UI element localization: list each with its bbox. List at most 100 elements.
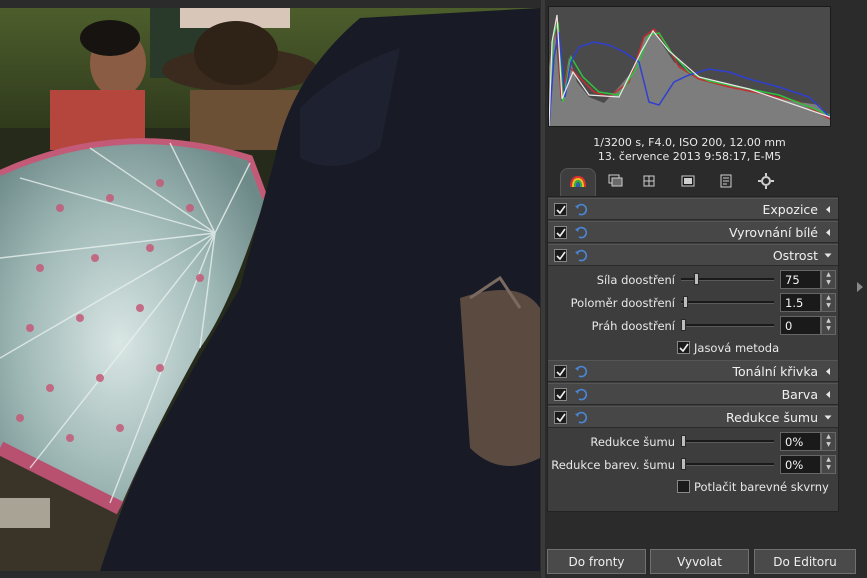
send-to-editor-button[interactable]: Do Editoru <box>754 549 856 574</box>
reset-icon[interactable] <box>574 202 588 216</box>
tool-tabs <box>546 168 841 196</box>
reset-icon[interactable] <box>574 410 588 424</box>
send-to-queue-button[interactable]: Do fronty <box>547 549 646 574</box>
value-input[interactable]: 75 <box>780 270 821 289</box>
param-label: Redukce šumu <box>590 435 675 449</box>
spin-buttons[interactable]: ▲ ▼ <box>821 293 836 312</box>
increment-icon[interactable]: ▲ <box>822 271 835 279</box>
expand-arrow-icon[interactable] <box>824 413 832 422</box>
layers-icon <box>608 174 624 191</box>
reset-icon[interactable] <box>574 225 588 239</box>
increment-icon[interactable]: ▲ <box>822 433 835 441</box>
param-sharpen-amount: Síla doostření 75 ▲ ▼ <box>548 268 838 291</box>
slider-track[interactable] <box>681 324 774 327</box>
slider-thumb[interactable] <box>682 296 688 308</box>
param-label: Redukce barev. šumu <box>551 458 675 472</box>
develop-button[interactable]: Vyvolat <box>650 549 749 574</box>
increment-icon[interactable]: ▲ <box>822 317 835 325</box>
tab-details[interactable] <box>602 170 630 194</box>
photo-image <box>0 8 540 571</box>
reset-icon[interactable] <box>574 387 588 401</box>
decrement-icon[interactable]: ▼ <box>822 302 835 310</box>
enable-checkbox[interactable] <box>554 388 567 401</box>
exif-info: 1/3200 s, F4.0, ISO 200, 12.00 mm 13. če… <box>546 136 833 164</box>
slider-track[interactable] <box>681 463 774 466</box>
suppress-blotches-checkbox[interactable] <box>677 480 690 493</box>
section-tone-curve[interactable]: Tonální křivka <box>548 360 838 382</box>
spin-buttons[interactable]: ▲ ▼ <box>821 316 836 335</box>
option-label: Jasová metoda <box>694 341 780 355</box>
enable-checkbox[interactable] <box>554 411 567 424</box>
option-luminance-method[interactable]: Jasová metoda <box>548 337 838 359</box>
param-sharpen-radius: Poloměr doostření 1.5 ▲ ▼ <box>548 291 838 314</box>
raw-film-icon <box>681 174 695 191</box>
param-label: Práh doostření <box>591 319 675 333</box>
slider-thumb[interactable] <box>681 319 686 331</box>
section-exposure[interactable]: Expozice <box>548 198 838 220</box>
value-input[interactable]: 0% <box>780 432 821 451</box>
param-color-noise-reduction: Redukce barev. šumu 0% ▲ ▼ <box>548 453 838 476</box>
slider-track[interactable] <box>681 440 774 443</box>
param-sharpen-threshold: Práh doostření 0 ▲ ▼ <box>548 314 838 337</box>
decrement-icon[interactable]: ▼ <box>822 325 835 333</box>
reset-icon[interactable] <box>574 364 588 378</box>
section-title: Redukce šumu <box>726 410 818 425</box>
crop-icon <box>642 174 656 191</box>
gear-icon <box>758 172 774 192</box>
slider-track[interactable] <box>681 301 774 304</box>
section-color[interactable]: Barva <box>548 383 838 405</box>
increment-icon[interactable]: ▲ <box>822 294 835 302</box>
tool-sections: Expozice Vyrovnání bílé Ostrost Síla doo… <box>547 196 839 512</box>
option-suppress-color-blotches[interactable]: Potlačit barevné skvrny <box>548 476 838 498</box>
document-icon <box>719 174 733 191</box>
collapse-arrow-icon[interactable] <box>824 367 832 376</box>
rainbow-icon <box>569 174 587 191</box>
panel-divider[interactable] <box>541 0 545 578</box>
section-sharpening[interactable]: Ostrost <box>548 244 838 266</box>
enable-checkbox[interactable] <box>554 249 567 262</box>
exif-line-2: 13. července 2013 9:58:17, E-M5 <box>597 150 782 163</box>
slider-thumb[interactable] <box>681 435 686 447</box>
collapse-arrow-icon[interactable] <box>824 390 832 399</box>
section-white-balance[interactable]: Vyrovnání bílé <box>548 221 838 243</box>
tab-color-management[interactable] <box>752 170 780 194</box>
panel-toggle-arrow-icon[interactable] <box>856 281 864 293</box>
tab-exposure[interactable] <box>560 168 596 196</box>
action-buttons: Do fronty Vyvolat Do Editoru <box>546 549 856 574</box>
reset-icon[interactable] <box>574 248 588 262</box>
luminance-method-checkbox[interactable] <box>677 341 690 354</box>
enable-checkbox[interactable] <box>554 203 567 216</box>
value-input[interactable]: 0% <box>780 455 821 474</box>
raw-developer-window: 1/3200 s, F4.0, ISO 200, 12.00 mm 13. če… <box>0 0 867 578</box>
section-title: Barva <box>781 387 818 402</box>
collapse-arrow-icon[interactable] <box>824 205 832 214</box>
param-label: Poloměr doostření <box>570 296 675 310</box>
decrement-icon[interactable]: ▼ <box>822 464 835 472</box>
enable-checkbox[interactable] <box>554 226 567 239</box>
photo-preview[interactable] <box>0 8 540 571</box>
value-input[interactable]: 1.5 <box>780 293 821 312</box>
tab-raw[interactable] <box>674 170 702 194</box>
section-title: Tonální křivka <box>732 364 818 379</box>
section-title: Vyrovnání bílé <box>728 225 818 240</box>
decrement-icon[interactable]: ▼ <box>822 279 835 287</box>
tab-metadata[interactable] <box>712 170 740 194</box>
slider-thumb[interactable] <box>681 458 686 470</box>
spin-buttons[interactable]: ▲ ▼ <box>821 455 836 474</box>
value-input[interactable]: 0 <box>780 316 821 335</box>
spin-buttons[interactable]: ▲ ▼ <box>821 432 836 451</box>
increment-icon[interactable]: ▲ <box>822 456 835 464</box>
histogram <box>548 6 831 127</box>
collapse-arrow-icon[interactable] <box>824 228 832 237</box>
slider-thumb[interactable] <box>694 273 700 285</box>
section-title: Expozice <box>762 202 818 217</box>
expand-arrow-icon[interactable] <box>824 251 832 260</box>
section-noise-reduction[interactable]: Redukce šumu <box>548 406 838 428</box>
spin-buttons[interactable]: ▲ ▼ <box>821 270 836 289</box>
decrement-icon[interactable]: ▼ <box>822 441 835 449</box>
exif-line-1: 1/3200 s, F4.0, ISO 200, 12.00 mm <box>593 136 786 149</box>
tab-transform[interactable] <box>635 170 663 194</box>
noise-reduction-body: Redukce šumu 0% ▲ ▼ Redukce barev. šumu 0… <box>548 428 838 498</box>
section-title: Ostrost <box>772 248 818 263</box>
enable-checkbox[interactable] <box>554 365 567 378</box>
